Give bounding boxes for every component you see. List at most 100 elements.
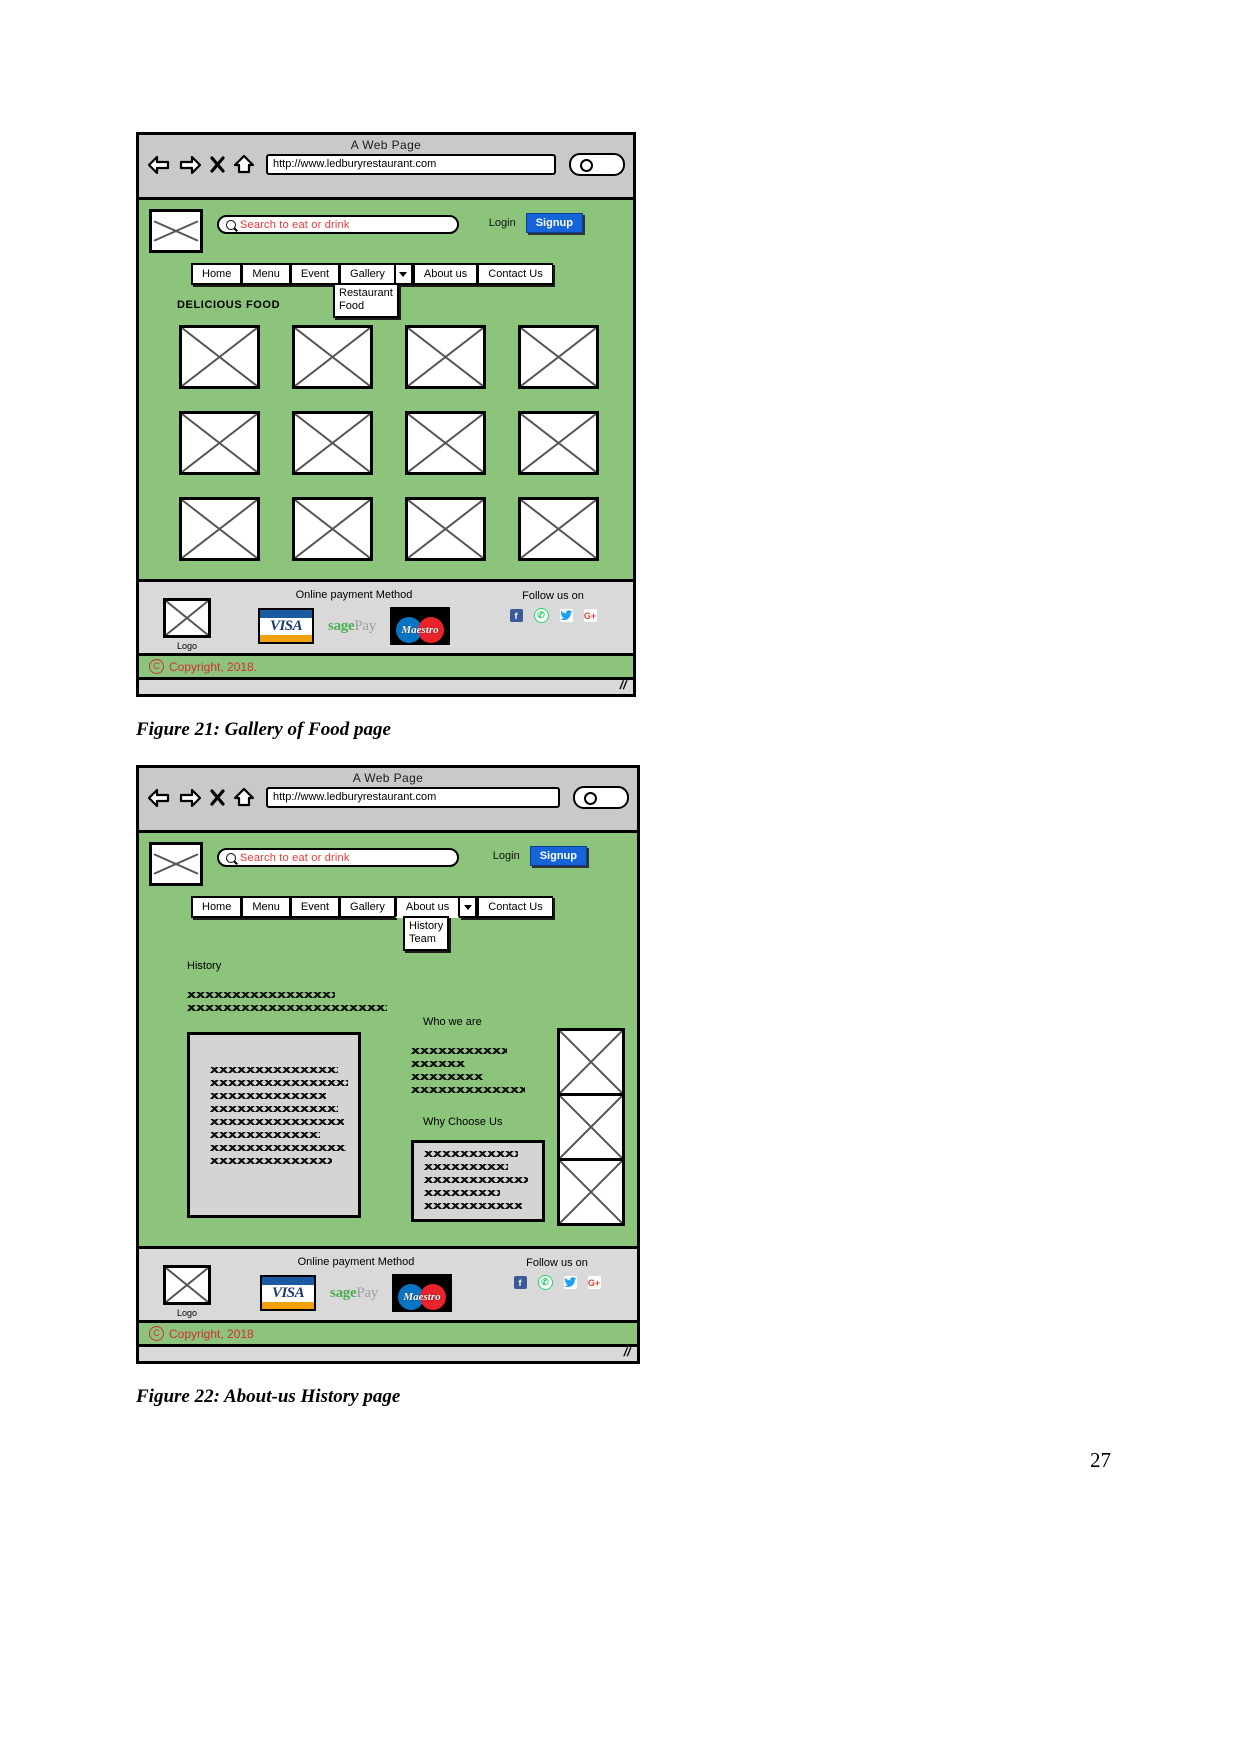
whatsapp-icon[interactable]: ✆	[537, 1275, 553, 1290]
sagepay-label-sage: sage	[330, 1285, 357, 1301]
facebook-icon[interactable]: f	[513, 1276, 527, 1289]
history-intro-text	[187, 992, 387, 1018]
login-link[interactable]: Login	[489, 217, 516, 229]
food-thumb-3[interactable]	[405, 325, 486, 389]
maestro-icon[interactable]: Maestro	[389, 607, 450, 645]
twitter-icon[interactable]	[563, 1276, 577, 1289]
nav-item-gallery[interactable]: Gallery	[339, 896, 395, 918]
browser-title: A Web Page	[352, 771, 424, 785]
payment-methods-title: Online payment Method	[295, 589, 413, 601]
google-plus-icon[interactable]: G+	[583, 609, 597, 622]
search-input[interactable]: Search to eat or drink	[217, 848, 459, 867]
window-resize-handle[interactable]	[139, 677, 633, 694]
chevron-down-icon[interactable]	[459, 896, 478, 918]
url-bar[interactable]: http://www.ledburyrestaurant.com	[266, 787, 560, 808]
search-input[interactable]: Search to eat or drink	[217, 215, 459, 234]
page-title: DELICIOUS FOOD	[177, 299, 281, 311]
nav-item-event[interactable]: Event	[289, 896, 340, 918]
text-line	[210, 1106, 338, 1112]
site-content-about: Search to eat or drink Login Signup Home…	[139, 833, 637, 1246]
text-line	[411, 1087, 525, 1093]
sagepay-icon[interactable]: sagePay	[330, 1284, 378, 1302]
food-thumb-5[interactable]	[179, 411, 260, 475]
footer-logo-label: Logo	[176, 1308, 198, 1318]
nav-item-contact-us[interactable]: Contact Us	[477, 263, 553, 285]
whatsapp-icon[interactable]: ✆	[533, 608, 549, 623]
food-thumb-10[interactable]	[292, 497, 373, 561]
browser-window-gallery: A Web Page http://www.ledburyrestaurant.…	[136, 132, 636, 697]
facebook-icon[interactable]: f	[509, 609, 523, 622]
figure-22-caption: Figure 22: About-us History page	[136, 1386, 401, 1407]
visa-label: VISA	[271, 1285, 305, 1302]
back-arrow-icon[interactable]	[147, 155, 171, 175]
url-bar[interactable]: http://www.ledburyrestaurant.com	[266, 154, 556, 175]
food-thumb-4[interactable]	[518, 325, 599, 389]
nav-item-gallery[interactable]: Gallery	[339, 263, 395, 285]
maestro-icon[interactable]: Maestro	[391, 1274, 452, 1312]
nav-item-menu[interactable]: Menu	[241, 896, 290, 918]
browser-chrome: A Web Page http://www.ledburyrestaurant.…	[139, 135, 633, 200]
window-resize-handle[interactable]	[139, 1344, 637, 1361]
food-thumb-8[interactable]	[518, 411, 599, 475]
copyright-bar: C Copyright, 2018.	[139, 653, 633, 677]
sagepay-icon[interactable]: sagePay	[328, 617, 376, 635]
food-thumb-6[interactable]	[292, 411, 373, 475]
dropdown-item-team[interactable]: Team	[409, 933, 443, 946]
nav-item-menu[interactable]: Menu	[241, 263, 290, 285]
copyright-icon: C	[149, 659, 164, 674]
dropdown-item-food[interactable]: Food	[339, 300, 393, 313]
food-thumb-12[interactable]	[518, 497, 599, 561]
browser-search-icon[interactable]	[573, 786, 629, 809]
forward-arrow-icon[interactable]	[178, 788, 202, 808]
nav-item-home[interactable]: Home	[191, 896, 242, 918]
browser-search-icon[interactable]	[569, 153, 625, 176]
text-line	[187, 992, 335, 998]
text-line	[210, 1093, 326, 1099]
search-icon	[226, 852, 236, 863]
history-card	[187, 1032, 361, 1218]
signup-button[interactable]: Signup	[525, 213, 583, 233]
close-icon[interactable]	[209, 788, 226, 807]
visa-icon[interactable]: VISA	[260, 1275, 317, 1311]
food-thumb-2[interactable]	[292, 325, 373, 389]
nav-item-about-us[interactable]: About us	[412, 263, 478, 285]
site-logo[interactable]	[149, 842, 203, 886]
search-icon	[226, 219, 236, 230]
text-line	[210, 1080, 348, 1086]
food-thumb-9[interactable]	[179, 497, 260, 561]
figure-22: A Web Page http://www.ledburyrestaurant.…	[136, 765, 640, 1408]
forward-arrow-icon[interactable]	[178, 155, 202, 175]
login-link[interactable]: Login	[493, 850, 520, 862]
site-logo[interactable]	[149, 209, 203, 253]
twitter-icon[interactable]	[559, 609, 573, 622]
dropdown-item-restaurant[interactable]: Restaurant	[339, 287, 393, 300]
food-thumb-7[interactable]	[405, 411, 486, 475]
main-nav: Home Menu Event Gallery About us Contact…	[191, 896, 637, 951]
footer-logo[interactable]	[163, 1265, 211, 1305]
browser-window-about: A Web Page http://www.ledburyrestaurant.…	[136, 765, 640, 1364]
copyright-text: Copyright, 2018	[169, 1326, 254, 1341]
footer-logo[interactable]	[163, 598, 211, 638]
google-plus-icon[interactable]: G+	[587, 1276, 601, 1289]
home-icon[interactable]	[233, 787, 255, 808]
about-image-2[interactable]	[557, 1093, 625, 1161]
close-icon[interactable]	[209, 155, 226, 174]
dropdown-item-history[interactable]: History	[409, 920, 443, 933]
about-image-1[interactable]	[557, 1028, 625, 1096]
nav-item-event[interactable]: Event	[289, 263, 340, 285]
about-image-3[interactable]	[557, 1158, 625, 1226]
food-thumb-11[interactable]	[405, 497, 486, 561]
text-line	[424, 1164, 508, 1170]
copyright-text: Copyright, 2018.	[169, 659, 258, 674]
visa-icon[interactable]: VISA	[258, 608, 315, 644]
sagepay-label-sage: sage	[328, 618, 355, 634]
nav-item-home[interactable]: Home	[191, 263, 242, 285]
food-thumb-1[interactable]	[179, 325, 260, 389]
chevron-down-icon[interactable]	[394, 263, 413, 285]
nav-item-contact-us[interactable]: Contact Us	[477, 896, 553, 918]
signup-button[interactable]: Signup	[529, 846, 587, 866]
back-arrow-icon[interactable]	[147, 788, 171, 808]
who-we-are-heading: Who we are	[423, 1016, 482, 1028]
home-icon[interactable]	[233, 154, 255, 175]
nav-item-about-us[interactable]: About us	[394, 896, 460, 918]
